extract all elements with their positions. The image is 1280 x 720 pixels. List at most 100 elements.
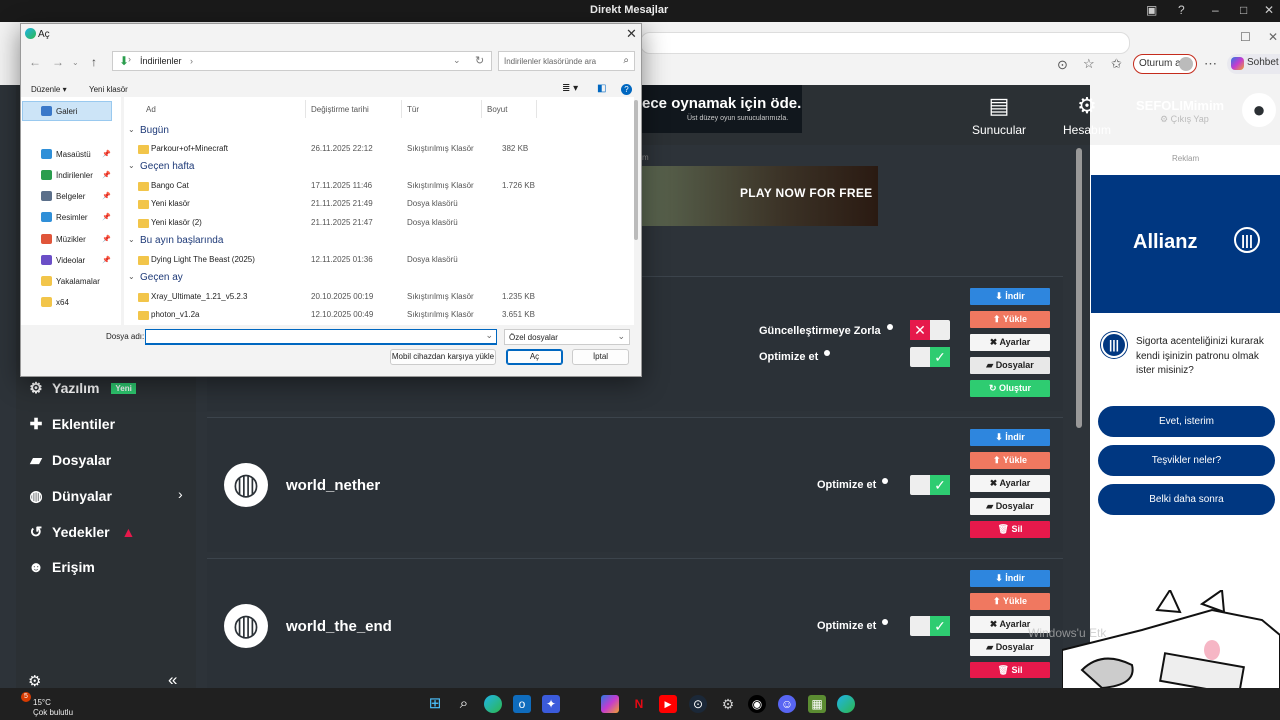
file-row[interactable]: Xray_Ultimate_1.21_v5.2.3 20.10.2025 00:1… — [138, 292, 538, 306]
ad-option-button[interactable]: Evet, isterim — [1098, 406, 1275, 437]
upload-button[interactable]: ⬆ Yükle — [970, 593, 1050, 610]
signin-button[interactable]: Oturum aç — [1133, 54, 1197, 74]
sidebar-item-software[interactable]: ⚙ Yazılım Yeni — [26, 379, 136, 397]
nav-account[interactable]: ⚙ Hesabım — [1063, 93, 1111, 137]
file-row[interactable]: Yeni klasör (2) 21.11.2025 21:47 Dosya kla… — [138, 218, 538, 232]
path-bar[interactable]: ⬇ › İndirilenler › ⌄ ↻ — [112, 51, 492, 71]
cancel-button[interactable]: İptal — [572, 349, 629, 365]
sidebar-item-worlds[interactable]: ◍ Dünyalar — [26, 487, 111, 505]
discord-icon[interactable]: ☺ — [778, 695, 796, 713]
group-header[interactable]: ⌄ Bugün — [128, 125, 169, 136]
column-header-date[interactable]: Değiştirme tarihi — [311, 105, 369, 114]
open-button[interactable]: Aç — [506, 349, 563, 365]
search-icon[interactable]: ⌕ — [455, 695, 473, 713]
nav-item-music[interactable]: Müzikler 📌 — [41, 234, 111, 244]
files-button[interactable]: ▰ Dosyalar — [970, 639, 1050, 656]
download-button[interactable]: ⬇ İndir — [970, 288, 1050, 305]
optimize-toggle[interactable]: ✓ — [910, 616, 950, 636]
ad-option-button[interactable]: Teşvikler neler? — [1098, 445, 1275, 476]
file-row[interactable]: photon_v1.2a 12.10.2025 00:49 Sıkıştırılmı… — [138, 310, 538, 324]
screen-icon[interactable]: ▣ — [1146, 3, 1157, 17]
favorite-star-icon[interactable]: ☆ — [1083, 56, 1095, 72]
minimize-icon[interactable]: – — [1212, 3, 1219, 17]
sidebar-item-backups[interactable]: ↺ Yedekler ▲ — [26, 523, 136, 541]
optimize-toggle[interactable]: ✓ — [910, 475, 950, 495]
minecraft-icon[interactable]: ▦ — [808, 695, 826, 713]
app-icon[interactable]: ◉ — [748, 695, 766, 713]
force-update-toggle[interactable]: ✕ — [910, 320, 950, 340]
back-arrow-icon[interactable]: ← — [29, 55, 41, 69]
logout-link[interactable]: ⚙ Çıkış Yap — [1160, 114, 1209, 125]
files-button[interactable]: ▰ Dosyalar — [970, 357, 1050, 374]
nav-item-downloads[interactable]: İndirilenler 📌 — [41, 170, 111, 180]
help-icon[interactable]: ? — [1178, 3, 1185, 17]
user-avatar-icon[interactable]: ● — [1242, 93, 1276, 127]
upload-button[interactable]: ⬆ Yükle — [970, 311, 1050, 328]
sidebar-item-plugins[interactable]: ✚ Eklentiler — [26, 415, 115, 433]
group-header[interactable]: ⌄ Geçen hafta — [128, 161, 194, 172]
upload-button[interactable]: ⬆ Yükle — [970, 452, 1050, 469]
nav-servers[interactable]: ▤ Sunucular — [972, 93, 1026, 137]
allianz-ad[interactable]: Allianz ||| — [1091, 175, 1280, 313]
app-icon[interactable]: ✦ — [542, 695, 560, 713]
file-row[interactable]: Dying Light The Beast (2025) 12.11.2025 0… — [138, 255, 538, 269]
windows-start-icon[interactable]: ⊞ — [426, 695, 444, 713]
column-header-name[interactable]: Ad — [146, 105, 156, 114]
download-button[interactable]: ⬇ İndir — [970, 570, 1050, 587]
view-menu-icon[interactable]: ≣ ▾ — [562, 83, 578, 94]
delete-button[interactable]: 🗑 Sil — [970, 521, 1050, 538]
edge-icon[interactable] — [837, 695, 855, 713]
file-row[interactable]: Bango Cat 17.11.2025 11:46 Sıkıştırılmış K… — [138, 181, 538, 195]
ad-banner-game[interactable]: PLAY NOW FOR FREE — [642, 166, 878, 226]
chevron-down-icon[interactable]: ⌄ — [453, 55, 461, 66]
nav-item-documents[interactable]: Belgeler 📌 — [41, 191, 111, 201]
ad-banner-top[interactable]: ece oynamak için öde. Üst düzey oyun sun… — [642, 85, 802, 133]
file-list-scrollbar[interactable] — [634, 100, 638, 240]
optimize-toggle[interactable]: ✓ — [910, 347, 950, 367]
play-now-button[interactable]: PLAY NOW FOR FREE — [740, 186, 872, 200]
file-row[interactable]: Parkour+of+Minecraft 26.11.2025 22:12 Sıkı… — [138, 144, 538, 158]
nav-item-captures[interactable]: Yakalamalar — [41, 276, 100, 286]
maximize-icon[interactable]: ☐ — [1240, 30, 1251, 44]
file-row[interactable]: Yeni klasör 21.11.2025 21:49 Dosya klasörü — [138, 199, 538, 213]
youtube-icon[interactable]: ▶ — [659, 695, 677, 713]
nav-item-x64[interactable]: x64 — [41, 297, 69, 307]
more-options-icon[interactable]: ⋯ — [1204, 56, 1217, 72]
help-icon[interactable]: ? — [621, 84, 632, 95]
refresh-icon[interactable]: ↻ — [475, 54, 484, 67]
address-bar[interactable] — [640, 32, 1130, 54]
filename-input[interactable]: ⌄ — [145, 329, 497, 345]
page-scrollbar[interactable] — [1076, 148, 1082, 428]
column-header-type[interactable]: Tür — [407, 105, 419, 114]
up-arrow-icon[interactable]: ↑ — [91, 55, 97, 69]
ad-option-button[interactable]: Belki daha sonra — [1098, 484, 1275, 515]
favorites-icon[interactable]: ✩ — [1111, 56, 1122, 72]
column-divider[interactable] — [536, 100, 537, 118]
file-type-filter[interactable]: Özel dosyalar ⌄ — [504, 329, 630, 345]
preview-pane-icon[interactable]: ◧ — [597, 83, 606, 94]
column-divider[interactable] — [305, 100, 306, 118]
delete-button[interactable]: 🗑 Sil — [970, 662, 1050, 678]
copilot-icon[interactable] — [601, 695, 619, 713]
tracking-icon[interactable]: ⊙ — [1057, 57, 1068, 73]
mobile-upload-button[interactable]: Mobil cihazdan karşıya yükle — [390, 349, 496, 365]
settings-button[interactable]: ✖ Ayarlar — [970, 334, 1050, 351]
files-button[interactable]: ▰ Dosyalar — [970, 498, 1050, 515]
settings-icon[interactable]: ⚙ — [719, 695, 737, 713]
edge-icon[interactable] — [484, 695, 502, 713]
close-icon[interactable]: ✕ — [626, 26, 637, 42]
close-icon[interactable]: ✕ — [1268, 30, 1278, 44]
close-icon[interactable]: ✕ — [1264, 3, 1274, 17]
chevron-down-icon[interactable]: ⌄ — [72, 58, 79, 67]
column-divider[interactable] — [481, 100, 482, 118]
group-header[interactable]: ⌄ Geçen ay — [128, 272, 183, 283]
group-header[interactable]: ⌄ Bu ayın başlarında — [128, 235, 223, 246]
settings-button[interactable]: ✖ Ayarlar — [970, 475, 1050, 492]
organize-button[interactable]: Düzenle ▾ — [31, 85, 67, 94]
create-button[interactable]: ↻ Oluştur — [970, 380, 1050, 397]
forward-arrow-icon[interactable]: → — [52, 55, 64, 69]
maximize-icon[interactable]: □ — [1240, 3, 1247, 17]
column-header-size[interactable]: Boyut — [487, 105, 507, 114]
nav-item-pictures[interactable]: Resimler 📌 — [41, 212, 111, 222]
copilot-button[interactable]: Sohbet e — [1227, 54, 1280, 74]
